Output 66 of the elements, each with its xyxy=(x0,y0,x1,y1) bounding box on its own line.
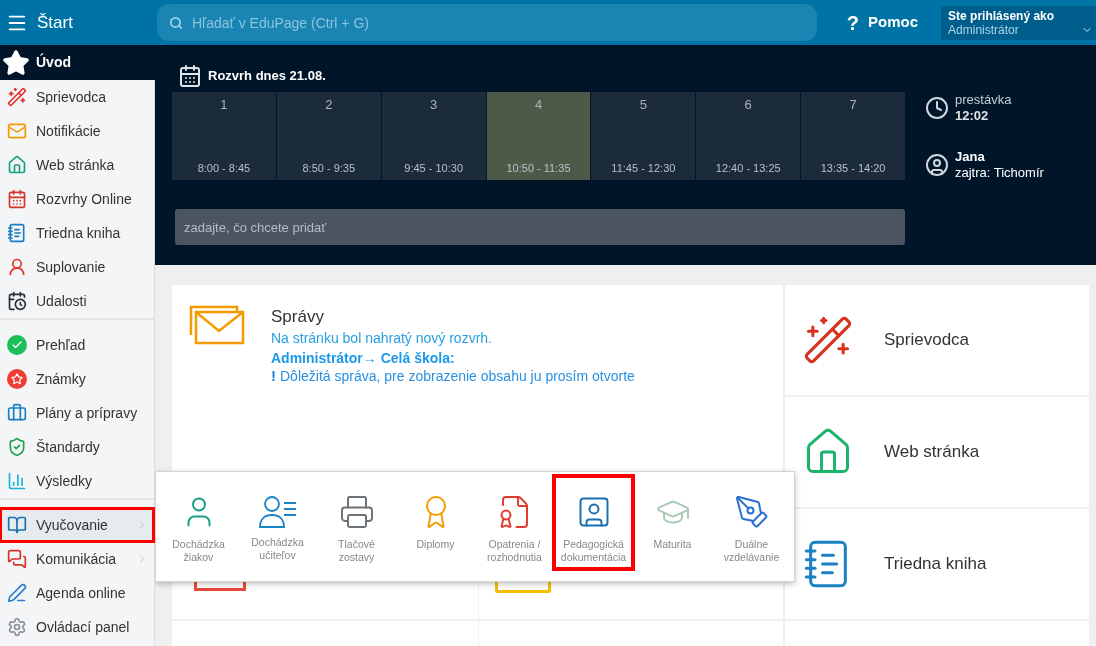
wand-icon xyxy=(7,87,27,107)
sidebar-item[interactable]: Sprievodca xyxy=(0,80,154,114)
person-icon xyxy=(7,257,27,277)
add-field[interactable]: zadajte, čo chcete pridať xyxy=(175,209,905,245)
wand-icon xyxy=(802,314,854,366)
envelope-icon xyxy=(7,121,27,141)
lesson-cell[interactable]: 5 11:45 - 12:30 xyxy=(591,92,696,180)
sidebar-item[interactable]: Plány a prípravy xyxy=(0,396,154,430)
sidebar-item[interactable]: Prehľad xyxy=(0,328,154,362)
envelopes-icon xyxy=(189,305,245,345)
break-label: prestávka xyxy=(955,92,1012,108)
timetable-title: Rozvrh dnes 21.08. xyxy=(208,67,326,86)
tile-card[interactable]: Web stránka xyxy=(785,397,1089,507)
house-icon xyxy=(7,155,27,175)
sidebar-item[interactable]: Rozvrhy Online xyxy=(0,182,154,216)
important-mark: ! xyxy=(271,367,276,385)
sidebar-item[interactable]: Triedna kniha xyxy=(0,216,154,250)
shield-check-icon xyxy=(7,437,27,457)
clock-icon xyxy=(925,96,949,120)
person-list-icon xyxy=(258,494,297,528)
message-text: Dôležitá správa, pre zobrazenie obsahu ju prosím otvorte xyxy=(280,367,635,385)
calendar-clock-icon xyxy=(7,291,27,311)
sidebar-item[interactable]: Suplovanie xyxy=(0,250,154,284)
sidebar-item[interactable]: Web stránka xyxy=(0,148,154,182)
pen-icon xyxy=(7,583,27,603)
lesson-cell[interactable]: 4 10:50 - 11:35 xyxy=(486,92,591,180)
lesson-cell[interactable]: 7 13:35 - 14:20 xyxy=(801,92,905,180)
lesson-cell[interactable]: 3 9:45 - 10:30 xyxy=(381,92,486,180)
star-icon xyxy=(2,48,30,77)
calendar-icon xyxy=(7,189,27,209)
sidebar-item[interactable]: Udalosti xyxy=(0,284,154,318)
page-title: Štart xyxy=(37,11,74,34)
person-icon xyxy=(925,153,949,177)
break-time: 12:02 xyxy=(955,108,990,124)
lesson-cell[interactable]: 6 12:40 - 13:25 xyxy=(696,92,801,180)
help-button[interactable]: ? Pomoc xyxy=(846,7,919,38)
sidebar-item[interactable]: Známky xyxy=(0,362,154,396)
tile-card[interactable]: Sprievodca xyxy=(785,285,1089,395)
briefcase-icon xyxy=(7,403,27,423)
book-icon xyxy=(7,515,27,535)
home-item[interactable]: Úvod xyxy=(0,45,155,80)
account-menu[interactable]: Ste prihlásený ako Administrátor xyxy=(941,5,1096,40)
sidebar-item[interactable]: Agenda online xyxy=(0,576,154,610)
notebook-icon xyxy=(7,223,27,243)
chat-bubbles-icon xyxy=(7,549,27,569)
bar-chart-icon xyxy=(7,471,27,491)
messages-title: Správy xyxy=(271,306,325,328)
message-sender: Administrátor→ Celá škola: xyxy=(271,349,456,367)
message-text: Na stránku bol nahratý nový rozvrh. xyxy=(271,329,493,347)
lesson-cell[interactable]: 1 8:00 - 8:45 xyxy=(172,92,276,180)
sidebar-item[interactable]: Notifikácie xyxy=(0,114,154,148)
settings-icon xyxy=(7,617,27,637)
sidebar-item[interactable]: Výsledky xyxy=(0,464,154,498)
printer-icon xyxy=(338,494,375,530)
search-field[interactable]: Hľadať v EduPage (Ctrl + G) xyxy=(156,4,817,41)
duty-name: Jana xyxy=(955,149,986,165)
sidebar-item[interactable]: Štandardy xyxy=(0,430,154,464)
sidebar-item[interactable]: Ovládací panel xyxy=(0,610,154,644)
search-icon xyxy=(168,16,183,30)
tile-card[interactable]: Triedna kniha xyxy=(785,509,1089,619)
calendar-icon xyxy=(178,64,202,88)
lesson-cell[interactable]: 2 8:50 - 9:35 xyxy=(276,92,381,180)
duty-tomorrow: zajtra: Tichomír xyxy=(955,165,1044,181)
pen-nib-icon xyxy=(733,494,770,530)
sidebar-item[interactable]: Vyučovanie xyxy=(0,508,154,542)
sidebar-item[interactable]: Komunikácia xyxy=(0,542,154,576)
